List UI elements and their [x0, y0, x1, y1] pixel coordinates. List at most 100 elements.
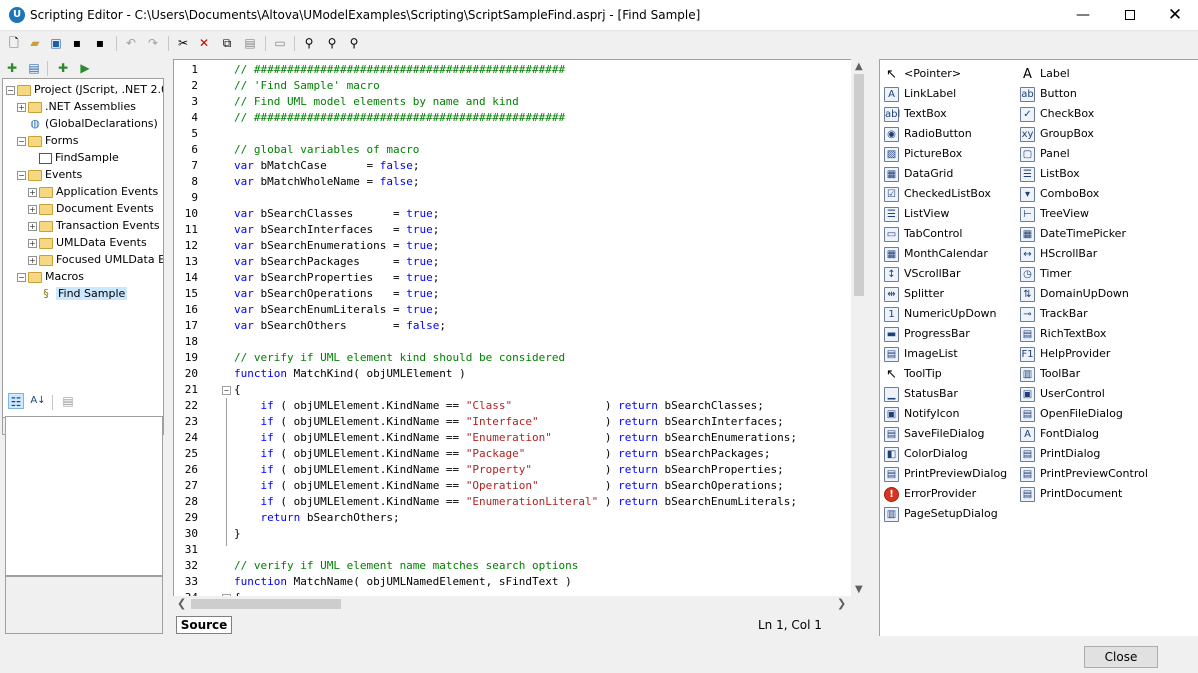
code-line[interactable]: 22 if ( objUMLElement.KindName == "Class…: [174, 398, 854, 414]
property-pages-icon[interactable]: ▤: [60, 393, 76, 409]
palette-item[interactable]: ▤ PrintPreviewControl: [1020, 465, 1148, 483]
code-line[interactable]: 8 var bMatchWholeName = false;: [174, 174, 854, 190]
code-line[interactable]: 9: [174, 190, 854, 206]
palette-item[interactable]: ⊢ TreeView: [1020, 205, 1089, 223]
delete-icon[interactable]: ✕: [196, 35, 212, 51]
scroll-up-icon[interactable]: ▲: [855, 61, 863, 72]
tree-item[interactable]: § Find Sample: [28, 285, 128, 302]
tree-item[interactable]: − Macros: [17, 268, 84, 285]
code-line[interactable]: 1 // ####################################…: [174, 62, 854, 78]
expand-icon[interactable]: +: [28, 238, 37, 248]
add-macro-icon[interactable]: ✚: [55, 60, 71, 76]
categorized-icon[interactable]: ☷: [8, 393, 24, 409]
replace-icon[interactable]: ⚲: [346, 35, 362, 51]
code-line[interactable]: 18: [174, 334, 854, 350]
palette-item[interactable]: ☰ ListView: [884, 205, 949, 223]
sort-alpha-icon[interactable]: A↓: [30, 393, 46, 409]
code-line[interactable]: 32 // verify if UML element name matches …: [174, 558, 854, 574]
code-line[interactable]: 7 var bMatchCase = false;: [174, 158, 854, 174]
collapse-icon[interactable]: −: [17, 136, 26, 146]
palette-item[interactable]: ▣ NotifyIcon: [884, 405, 960, 423]
undo-icon[interactable]: ↶: [123, 35, 139, 51]
add-item-icon[interactable]: ✚: [4, 60, 20, 76]
palette-item[interactable]: 1 NumericUpDown: [884, 305, 997, 323]
expand-icon[interactable]: +: [28, 204, 37, 214]
tree-item[interactable]: − Events: [17, 166, 82, 183]
code-line[interactable]: 23 if ( objUMLElement.KindName == "Inter…: [174, 414, 854, 430]
expand-icon[interactable]: +: [28, 221, 37, 231]
print-icon[interactable]: ▭: [272, 35, 288, 51]
palette-item[interactable]: A LinkLabel: [884, 85, 956, 103]
scroll-down-icon[interactable]: ▼: [855, 584, 863, 595]
palette-item[interactable]: ▨ PictureBox: [884, 145, 962, 163]
collapse-icon[interactable]: −: [6, 85, 15, 95]
collapse-icon[interactable]: −: [17, 272, 26, 282]
palette-item[interactable]: ☑ CheckedListBox: [884, 185, 991, 203]
close-button[interactable]: Close: [1084, 646, 1158, 668]
palette-item[interactable]: ◷ Timer: [1020, 265, 1071, 283]
editor-horizontal-scrollbar[interactable]: ❮ ❯: [173, 596, 851, 613]
tree-item[interactable]: + Transaction Events: [28, 217, 160, 234]
tree-item[interactable]: + Document Events: [28, 200, 154, 217]
expand-icon[interactable]: +: [28, 187, 37, 197]
properties-grid[interactable]: [5, 416, 163, 576]
palette-item[interactable]: ab Button: [1020, 85, 1077, 103]
expand-icon[interactable]: +: [17, 102, 26, 112]
palette-item[interactable]: ▾ ComboBox: [1020, 185, 1099, 203]
code-line[interactable]: 11 var bSearchInterfaces = true;: [174, 222, 854, 238]
collapse-icon[interactable]: −: [222, 386, 231, 395]
code-line[interactable]: 21 −{: [174, 382, 854, 398]
add-form-icon[interactable]: ▤: [26, 60, 42, 76]
tree-item[interactable]: + UMLData Events: [28, 234, 147, 251]
code-line[interactable]: 30}: [174, 526, 854, 542]
code-line[interactable]: 17 var bSearchOthers = false;: [174, 318, 854, 334]
find-next-icon[interactable]: ⚲: [324, 35, 340, 51]
code-line[interactable]: 10 var bSearchClasses = true;: [174, 206, 854, 222]
tree-item[interactable]: − Forms: [17, 132, 78, 149]
palette-item[interactable]: ▦ MonthCalendar: [884, 245, 988, 263]
palette-item[interactable]: ▤ PrintDocument: [1020, 485, 1122, 503]
save-all-icon[interactable]: ▪: [92, 35, 108, 51]
code-line[interactable]: 15 var bSearchOperations = true;: [174, 286, 854, 302]
editor-vertical-scrollbar[interactable]: ▲ ▼: [851, 59, 868, 599]
reload-icon[interactable]: ▣: [48, 35, 64, 51]
tab-source[interactable]: Source: [176, 616, 232, 634]
new-file-icon[interactable]: 🗋: [6, 35, 22, 51]
code-editor[interactable]: 1 // ####################################…: [173, 59, 867, 599]
tree-item[interactable]: FindSample: [28, 149, 119, 166]
palette-item[interactable]: A Label: [1020, 65, 1070, 83]
find-icon[interactable]: ⚲: [301, 35, 317, 51]
code-line[interactable]: 6 // global variables of macro: [174, 142, 854, 158]
palette-item[interactable]: ↖ <Pointer>: [884, 65, 961, 83]
code-line[interactable]: 20 function MatchKind( objUMLElement ): [174, 366, 854, 382]
palette-item[interactable]: ▤ SaveFileDialog: [884, 425, 984, 443]
palette-item[interactable]: xy GroupBox: [1020, 125, 1094, 143]
paste-icon[interactable]: ▤: [242, 35, 258, 51]
palette-item[interactable]: ▬ ProgressBar: [884, 325, 970, 343]
palette-item[interactable]: ◧ ColorDialog: [884, 445, 968, 463]
minimize-button[interactable]: —: [1060, 0, 1106, 31]
palette-item[interactable]: A FontDialog: [1020, 425, 1099, 443]
code-line[interactable]: 4 // ####################################…: [174, 110, 854, 126]
code-line[interactable]: 5: [174, 126, 854, 142]
palette-item[interactable]: ▤ PrintPreviewDialog: [884, 465, 1007, 483]
scroll-right-icon[interactable]: ❯: [837, 597, 846, 610]
copy-icon[interactable]: ⧉: [219, 35, 235, 51]
tree-item[interactable]: + .NET Assemblies: [17, 98, 136, 115]
code-line[interactable]: 26 if ( objUMLElement.KindName == "Prope…: [174, 462, 854, 478]
palette-item[interactable]: ▤ ImageList: [884, 345, 958, 363]
code-line[interactable]: 33 function MatchName( objUMLNamedElement…: [174, 574, 854, 590]
palette-item[interactable]: ▤ RichTextBox: [1020, 325, 1106, 343]
code-line[interactable]: 31: [174, 542, 854, 558]
run-macro-icon[interactable]: ▶: [77, 60, 93, 76]
palette-item[interactable]: ↖ ToolTip: [884, 365, 942, 383]
tree-item[interactable]: + Application Events: [28, 183, 158, 200]
code-line[interactable]: 28 if ( objUMLElement.KindName == "Enume…: [174, 494, 854, 510]
collapse-icon[interactable]: −: [17, 170, 26, 180]
project-tree[interactable]: − Project (JScript, .NET 2.0) + .NET Assemb…: [2, 78, 164, 418]
cut-icon[interactable]: ✂: [175, 35, 191, 51]
code-line[interactable]: 24 if ( objUMLElement.KindName == "Enume…: [174, 430, 854, 446]
scrollbar-thumb[interactable]: [854, 74, 864, 296]
close-window-button[interactable]: ✕: [1152, 0, 1198, 31]
palette-item[interactable]: ✓ CheckBox: [1020, 105, 1094, 123]
